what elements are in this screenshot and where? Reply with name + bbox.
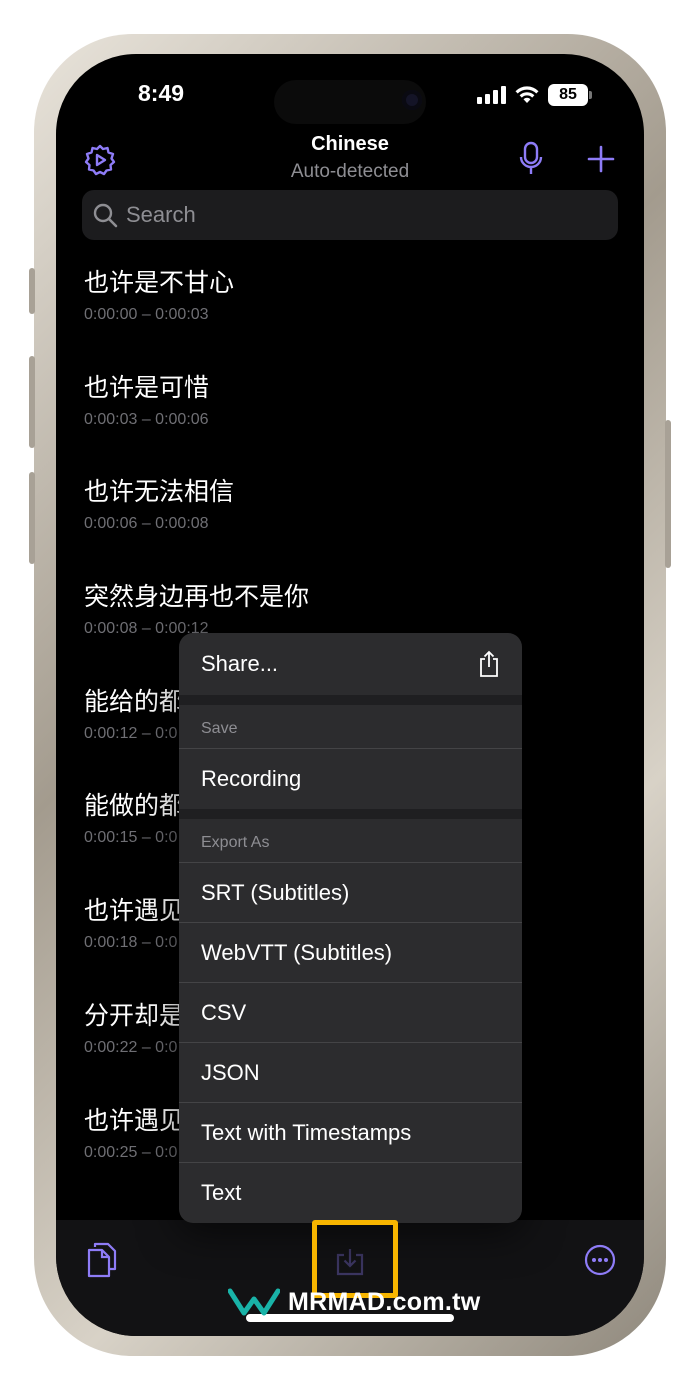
export-text-item[interactable]: Text	[179, 1163, 522, 1223]
export-section-header: Export As	[179, 819, 522, 863]
transcript-segment[interactable]: 也许是不甘心 0:00:00 – 0:00:03	[84, 266, 624, 371]
watermark-brand: MRMAD	[288, 1287, 386, 1316]
menu-separator	[179, 809, 522, 819]
export-json-item[interactable]: JSON	[179, 1043, 522, 1103]
search-icon	[93, 203, 118, 228]
segment-text: 也许是可惜	[84, 373, 210, 402]
export-webvtt-item[interactable]: WebVTT (Subtitles)	[179, 923, 522, 983]
power-button	[665, 420, 671, 568]
export-csv-item[interactable]: CSV	[179, 983, 522, 1043]
status-time: 8:49	[138, 80, 185, 106]
export-option-label: JSON	[201, 1059, 260, 1085]
nav-subtitle: Auto-detected	[290, 161, 410, 182]
plus-icon[interactable]	[584, 142, 618, 176]
watermark-domain: .com.tw	[385, 1287, 481, 1316]
share-icon	[480, 650, 498, 677]
documents-icon[interactable]	[84, 1240, 120, 1280]
save-section-header: Save	[179, 705, 522, 749]
export-option-label: Text with Timestamps	[201, 1119, 412, 1145]
transcript-segment[interactable]: 也许是可惜 0:00:03 – 0:00:06	[84, 371, 624, 476]
recording-label: Recording	[201, 766, 302, 791]
export-menu: Share... Save Recording Export As SRT (S…	[179, 633, 522, 1223]
battery-icon: 85	[548, 84, 592, 106]
status-icons: 85	[477, 84, 592, 106]
ellipsis-circle-icon[interactable]	[582, 1242, 618, 1278]
mrmad-logo-icon	[228, 1288, 280, 1316]
segment-time: 0:00:00 – 0:00:03	[84, 306, 209, 323]
volume-up-button	[29, 356, 35, 448]
segment-text: 突然身边再也不是你	[84, 583, 310, 612]
export-option-label: SRT (Subtitles)	[201, 879, 350, 905]
watermark: MRMAD.com.tw	[228, 1284, 481, 1320]
nav-title: Chinese	[311, 133, 389, 155]
search-input[interactable]	[124, 201, 588, 229]
watermark-text: MRMAD.com.tw	[288, 1288, 481, 1317]
battery-level: 85	[548, 84, 588, 106]
segment-time: 0:00:06 – 0:00:08	[84, 515, 209, 533]
export-option-label: WebVTT (Subtitles)	[201, 939, 393, 965]
menu-separator	[179, 695, 522, 705]
search-bar[interactable]	[82, 190, 618, 240]
export-text-timestamps-item[interactable]: Text with Timestamps	[179, 1103, 522, 1163]
segment-text: 也许是不甘心	[84, 269, 235, 297]
recording-menu-item[interactable]: Recording	[179, 749, 522, 809]
volume-down-button	[29, 472, 35, 564]
export-option-label: CSV	[201, 999, 247, 1025]
export-srt-item[interactable]: SRT (Subtitles)	[179, 863, 522, 923]
front-camera	[402, 90, 422, 110]
transcript-segment[interactable]: 也许无法相信 0:00:06 – 0:00:08	[84, 475, 624, 580]
microphone-icon[interactable]	[516, 140, 546, 178]
share-label: Share...	[201, 651, 279, 676]
phone-screen: 8:49 85 Chinese Auto-detected Search 也许是…	[56, 54, 644, 1336]
segment-text: 也许无法相信	[84, 478, 235, 507]
share-menu-item[interactable]: Share...	[179, 633, 522, 695]
silent-switch	[29, 268, 35, 314]
segment-time: 0:00:03 – 0:00:06	[84, 410, 209, 428]
wifi-icon	[515, 86, 539, 103]
export-option-label: Text	[201, 1180, 242, 1205]
cellular-signal-icon	[477, 86, 506, 104]
